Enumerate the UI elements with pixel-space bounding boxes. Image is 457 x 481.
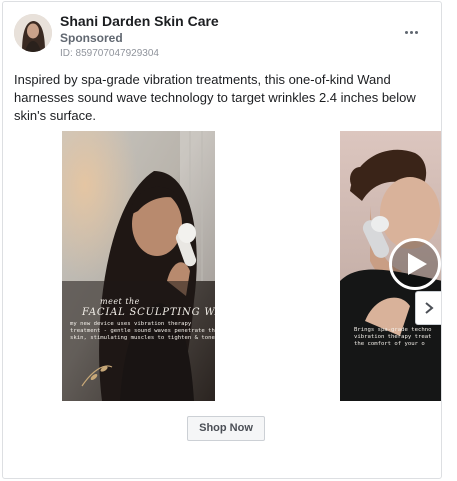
slide-2-caption: Brings spa-grade techno vibration therap… (354, 327, 432, 347)
page-name-link[interactable]: Shani Darden Skin Care (60, 13, 219, 29)
slide-1-caption: my new device uses vibration therapy tre… (70, 321, 215, 341)
video-play-button[interactable] (389, 238, 441, 290)
media-carousel: meet the FACIAL SCULPTING WAND my new de… (3, 131, 441, 403)
ad-id: ID: 859707047929304 (60, 48, 159, 59)
play-icon (408, 253, 427, 275)
shop-now-button[interactable]: Shop Now (187, 416, 265, 441)
sponsored-post-card: Shani Darden Skin Care Sponsored ID: 859… (2, 1, 442, 479)
ad-body-text: Inspired by spa-grade vibration treatmen… (14, 72, 416, 123)
slide-1-title: FACIAL SCULPTING WAND (82, 307, 215, 318)
more-options-icon (404, 30, 408, 34)
carousel-slide-1[interactable]: meet the FACIAL SCULPTING WAND my new de… (62, 131, 215, 401)
page-avatar[interactable] (14, 14, 52, 52)
sponsored-label[interactable]: Sponsored (60, 31, 123, 45)
chevron-right-icon (425, 302, 434, 314)
carousel-next-button[interactable] (415, 291, 441, 325)
slide-1-image (62, 131, 215, 401)
slide-1-title-small: meet the (100, 297, 140, 306)
more-options-button[interactable] (399, 24, 423, 40)
